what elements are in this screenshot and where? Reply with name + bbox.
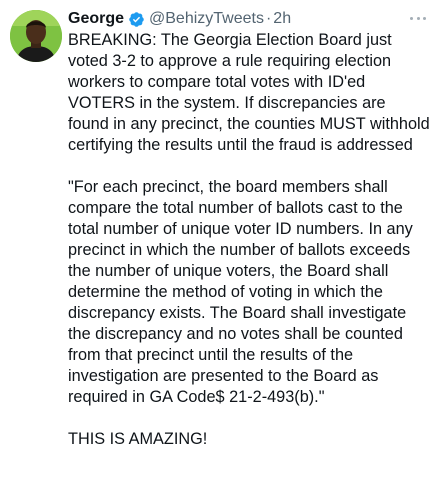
header-separator: ·: [265, 10, 272, 27]
tweet-text: BREAKING: The Georgia Election Board jus…: [68, 30, 430, 450]
avatar-image: [10, 10, 62, 62]
more-options-icon[interactable]: [408, 8, 428, 28]
tweet-paragraph: "For each precinct, the board members sh…: [68, 178, 413, 406]
tweet[interactable]: George @BehizyTweets · 2h BREAKING: The …: [0, 0, 441, 500]
tweet-content: George @BehizyTweets · 2h BREAKING: The …: [68, 8, 430, 450]
tweet-timestamp[interactable]: 2h: [273, 8, 291, 30]
avatar[interactable]: [10, 10, 62, 62]
tweet-paragraph: BREAKING: The Georgia Election Board jus…: [68, 31, 430, 154]
author-handle[interactable]: @BehizyTweets: [149, 8, 264, 30]
tweet-header: George @BehizyTweets · 2h: [68, 8, 430, 30]
verified-badge-icon: [129, 11, 144, 27]
author-name[interactable]: George: [68, 8, 124, 30]
tweet-paragraph: THIS IS AMAZING!: [68, 430, 208, 448]
